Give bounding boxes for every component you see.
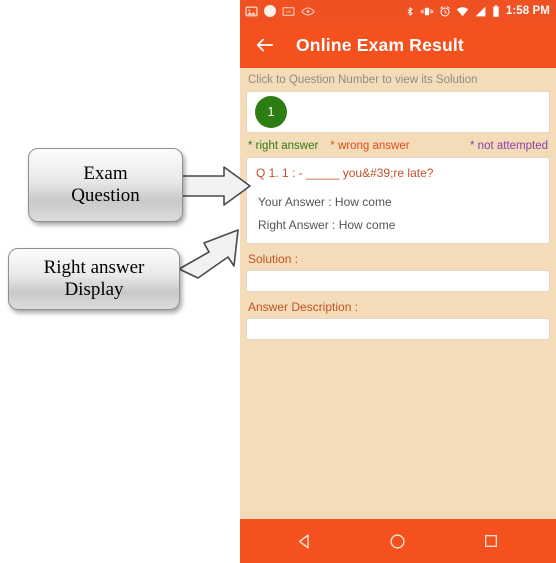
vibrate-icon [420, 5, 434, 18]
question-answer-card: Q 1. 1 : - _____ you&#39;re late? Your A… [246, 157, 550, 245]
callout-exam-question: Exam Question [28, 148, 183, 222]
callout-right-answer-line1: Right answer [43, 256, 145, 278]
callout-right-answer-line2: Display [64, 279, 124, 300]
eye-icon [301, 5, 315, 18]
hint-text: Click to Question Number to view its Sol… [248, 74, 478, 86]
status-bar: NE 1:58 PM [240, 0, 556, 22]
right-answer-row: Right Answer : How come [258, 218, 396, 233]
answer-description-label: Answer Description : [248, 300, 359, 315]
image-icon [245, 5, 258, 18]
screenshot-root: NE 1:58 PM Online Exam Result Click to Q… [0, 0, 556, 563]
right-answer-arrow-icon [178, 229, 239, 279]
solution-input[interactable] [246, 270, 550, 293]
main-content: Click to Question Number to view its Sol… [240, 68, 556, 341]
legend: * right answer * wrong answer * not atte… [246, 133, 550, 157]
android-nav-bar [240, 519, 556, 563]
status-bar-right-icons: 1:58 PM [405, 5, 550, 18]
wifi-icon [456, 5, 469, 18]
legend-not-attempted: * not attempted [470, 140, 548, 152]
white-circle-icon [264, 5, 276, 17]
callout-exam-question-line2: Question [71, 185, 140, 206]
signal-icon [474, 5, 487, 18]
back-arrow-icon[interactable] [254, 34, 276, 56]
bluetooth-icon [405, 5, 415, 18]
legend-wrong-answer: * wrong answer [330, 140, 410, 152]
question-text: Q 1. 1 : - _____ you&#39;re late? [256, 166, 434, 180]
status-bar-left-icons: NE [245, 5, 315, 18]
svg-text:NE: NE [286, 9, 292, 13]
alarm-icon [439, 5, 451, 18]
answer-description-input[interactable] [246, 318, 550, 341]
status-bar-clock: 1:58 PM [505, 5, 550, 17]
phone-screen: NE 1:58 PM Online Exam Result Click to Q… [240, 0, 556, 563]
question-number-badge-1[interactable]: 1 [255, 96, 287, 128]
question-number-card: 1 [246, 91, 550, 133]
legend-right-answer: * right answer [248, 140, 319, 152]
solution-label: Solution : [248, 252, 299, 267]
nav-home-circle-icon[interactable] [383, 526, 413, 556]
app-bar: Online Exam Result [240, 22, 556, 68]
your-answer-row: Your Answer : How come [258, 195, 392, 210]
exam-question-arrow-icon [181, 166, 251, 206]
page-title: Online Exam Result [296, 34, 464, 55]
nav-recents-square-icon[interactable] [476, 526, 506, 556]
battery-icon [492, 5, 500, 18]
nav-back-triangle-icon[interactable] [290, 526, 320, 556]
callout-exam-question-line1: Exam [83, 162, 128, 184]
callout-right-answer: Right answer Display [8, 248, 180, 310]
news-icon: NE [282, 5, 295, 18]
